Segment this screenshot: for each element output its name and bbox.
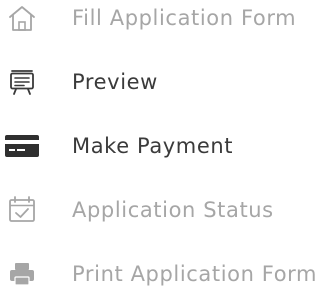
menu-item-label: Print Application Form: [72, 262, 318, 286]
application-menu: Fill Application Form Preview Make Payme…: [0, 0, 316, 295]
menu-item-preview[interactable]: Preview: [0, 54, 305, 110]
calendar-check-icon: [4, 182, 40, 238]
menu-item-label: Make Payment: [72, 134, 234, 158]
printer-icon: [4, 246, 40, 302]
menu-item-label: Fill Application Form: [72, 6, 297, 30]
menu-item-label: Preview: [72, 70, 158, 94]
menu-item-fill-application-form[interactable]: Fill Application Form: [0, 0, 305, 46]
home-icon: [4, 0, 40, 46]
menu-item-application-status[interactable]: Application Status: [0, 182, 305, 238]
menu-item-label: Application Status: [72, 198, 274, 222]
menu-item-print-application-form[interactable]: Print Application Form: [0, 246, 316, 302]
menu-item-make-payment[interactable]: Make Payment: [0, 118, 305, 174]
credit-card-icon: [4, 118, 40, 174]
preview-board-icon: [4, 54, 40, 110]
